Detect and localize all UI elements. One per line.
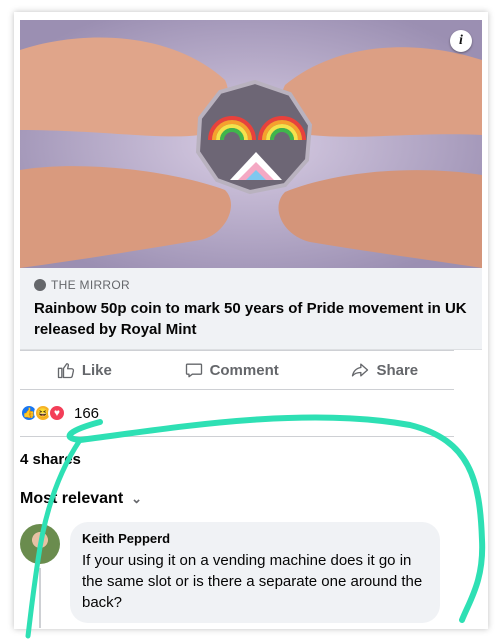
comment-button[interactable]: Comment [184,360,279,380]
comment-sort-dropdown[interactable]: Most relevant ⌄ [20,490,142,508]
link-preview-image[interactable]: i [20,20,482,268]
shares-label: 4 shares [20,451,81,468]
like-label: Like [81,361,112,379]
link-preview-meta[interactable]: THE MIRROR Rainbow 50p coin to mark 50 y… [20,268,482,350]
avatar[interactable] [20,524,60,564]
source-icon [34,279,46,291]
sort-label: Most relevant [20,490,124,507]
thumbs-up-icon [57,363,74,379]
love-reaction-icon: ♥ [48,404,66,422]
source-label: THE MIRROR [51,278,130,292]
share-label: Share [376,361,419,379]
coin-photo [20,20,482,268]
share-arrow-icon [352,363,369,377]
comment-icon [185,363,202,378]
thread-line [39,568,41,628]
comment-text: If your using it on a vending machine do… [82,552,423,611]
reaction-count: 166 [74,404,100,422]
link-headline[interactable]: Rainbow 50p coin to mark 50 years of Pri… [34,298,468,340]
comment-author[interactable]: Keith Pepperd [82,531,428,546]
post-actions-bar: Like Comment Share [20,350,454,390]
like-button[interactable]: Like [56,360,112,380]
comment-bubble: Keith Pepperd If your using it on a vend… [70,522,440,623]
link-source: THE MIRROR [34,278,468,292]
share-button[interactable]: Share [350,360,418,380]
chevron-down-icon: ⌄ [131,491,143,506]
comment-label: Comment [209,361,279,379]
reactions-summary[interactable]: 👍 😆 ♥ 166 [20,404,99,422]
shares-count[interactable]: 4 shares [20,436,454,468]
info-icon[interactable]: i [450,30,472,52]
